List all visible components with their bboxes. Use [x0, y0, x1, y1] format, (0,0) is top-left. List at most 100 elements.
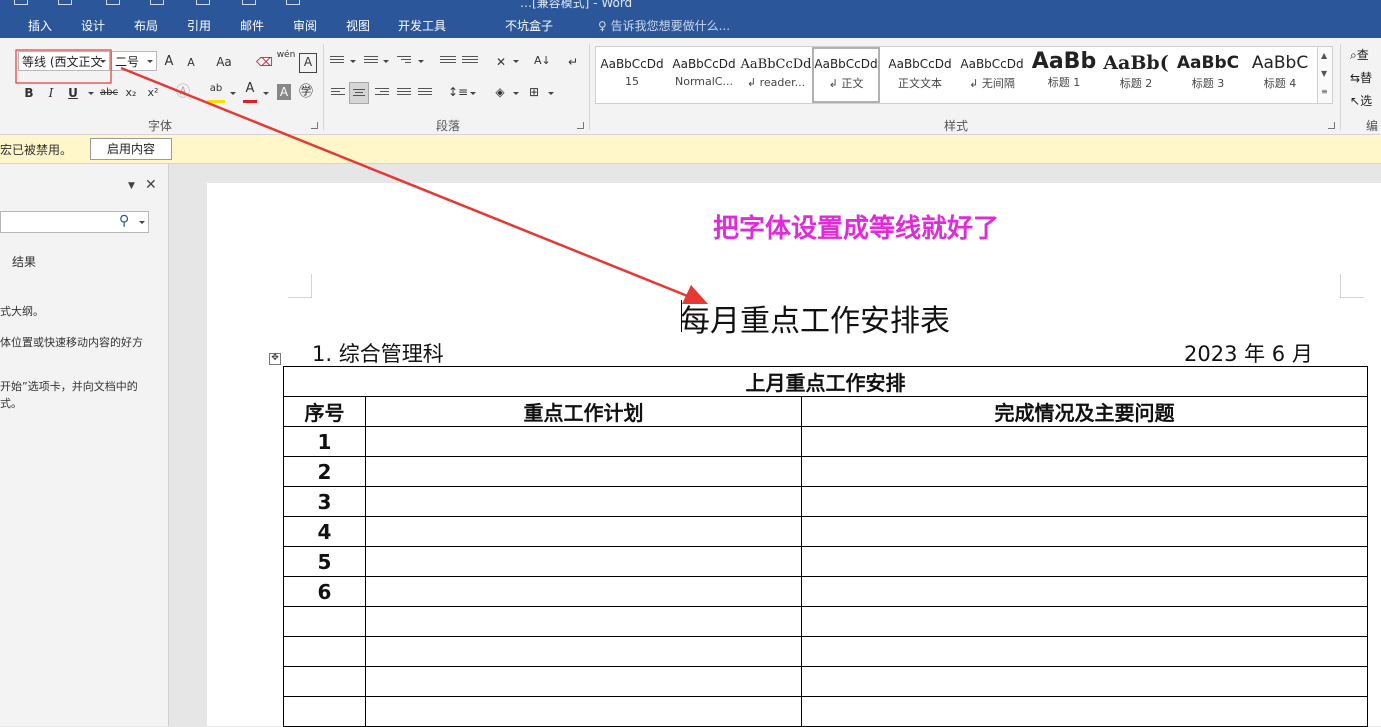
- multilevel-list-icon[interactable]: [397, 54, 411, 72]
- bold-button[interactable]: B: [22, 84, 36, 102]
- font-name-dropdown-icon[interactable]: [100, 60, 106, 63]
- tab-insert[interactable]: 插入: [28, 17, 52, 34]
- font-size-dropdown-icon[interactable]: [147, 60, 153, 63]
- increase-indent-icon[interactable]: [462, 54, 478, 72]
- style-item[interactable]: AaBb(标题 2: [1100, 47, 1172, 103]
- status-cell[interactable]: [801, 456, 1368, 487]
- font-color-icon[interactable]: A: [243, 82, 257, 103]
- underline-button[interactable]: U: [66, 84, 80, 102]
- row-index-cell[interactable]: 3: [283, 486, 366, 517]
- clear-formatting-icon[interactable]: ⌫: [256, 53, 273, 71]
- style-item-selected[interactable]: AaBbCcDd ↲ 正文: [812, 47, 880, 103]
- quick-access-icon[interactable]: [150, 0, 164, 5]
- plan-cell[interactable]: [365, 486, 802, 517]
- replace-button[interactable]: ⇆替: [1350, 69, 1372, 86]
- status-cell[interactable]: [801, 546, 1368, 577]
- scroll-up-icon[interactable]: ▲: [1321, 51, 1327, 60]
- search-dropdown-icon[interactable]: [139, 221, 145, 224]
- row-index-cell[interactable]: [283, 636, 366, 667]
- plan-cell[interactable]: [365, 456, 802, 487]
- header-index[interactable]: 序号: [283, 396, 366, 427]
- change-case-button[interactable]: Aa: [211, 53, 237, 71]
- subscript-button[interactable]: x₂: [124, 84, 138, 102]
- highlight-dropdown-icon[interactable]: [230, 92, 236, 95]
- tab-mailings[interactable]: 邮件: [240, 17, 264, 34]
- enable-content-button[interactable]: 启用内容: [90, 138, 172, 160]
- more-styles-icon[interactable]: ≡: [1321, 87, 1328, 96]
- row-index-cell[interactable]: 6: [283, 576, 366, 607]
- align-right-icon[interactable]: [375, 86, 389, 104]
- tab-references[interactable]: 引用: [187, 17, 211, 34]
- style-item[interactable]: AaBbCcDd ↲ 无间隔: [956, 47, 1028, 103]
- justify-icon[interactable]: [397, 86, 411, 104]
- distributed-icon[interactable]: [418, 86, 432, 104]
- style-item[interactable]: AaBbCcDd 正文文本: [884, 47, 956, 103]
- find-button[interactable]: ⌕查: [1350, 46, 1369, 63]
- style-item[interactable]: AaBbC 标题 4: [1244, 47, 1316, 103]
- status-cell[interactable]: [801, 486, 1368, 517]
- font-color-dropdown-icon[interactable]: [263, 92, 269, 95]
- superscript-button[interactable]: x²: [146, 84, 160, 102]
- quick-access-icon[interactable]: [286, 0, 300, 5]
- italic-button[interactable]: I: [44, 84, 58, 102]
- date-text[interactable]: 2023 年 6 月: [1184, 338, 1313, 368]
- shrink-font-button[interactable]: A: [184, 54, 198, 72]
- tab-developer[interactable]: 开发工具: [398, 17, 446, 34]
- line-spacing-icon[interactable]: ↕≡: [448, 83, 468, 101]
- tell-me-search[interactable]: ♀ 告诉我您想要做什么...: [598, 17, 730, 34]
- tab-layout[interactable]: 布局: [134, 17, 158, 34]
- font-name-combo[interactable]: 等线 (西文正文: [18, 51, 110, 71]
- borders-dropdown-icon[interactable]: [548, 92, 554, 95]
- align-center-icon[interactable]: [349, 82, 369, 104]
- quick-access-icon[interactable]: [242, 0, 256, 5]
- plan-cell[interactable]: [365, 576, 802, 607]
- status-cell[interactable]: [801, 636, 1368, 667]
- document-title[interactable]: 每月重点工作安排表: [680, 296, 950, 340]
- paragraph-dialog-launcher-icon[interactable]: [577, 122, 584, 129]
- tab-bukeng-hezi[interactable]: 不坑盒子: [505, 17, 553, 34]
- tab-review[interactable]: 审阅: [293, 17, 317, 34]
- row-index-cell[interactable]: 2: [283, 456, 366, 487]
- plan-cell[interactable]: [365, 666, 802, 697]
- quick-access-icon[interactable]: [106, 0, 120, 5]
- quick-access-icon[interactable]: [196, 0, 210, 5]
- style-item[interactable]: AaBbCcDd 15: [596, 47, 668, 103]
- plan-cell[interactable]: [365, 426, 802, 457]
- plan-cell[interactable]: [365, 696, 802, 727]
- select-button[interactable]: ↖选: [1350, 92, 1372, 109]
- status-cell[interactable]: [801, 696, 1368, 727]
- status-cell[interactable]: [801, 576, 1368, 607]
- enclose-char-icon[interactable]: ㊫: [298, 83, 314, 101]
- row-index-cell[interactable]: [283, 696, 366, 727]
- decrease-indent-icon[interactable]: [440, 54, 456, 72]
- scroll-down-icon[interactable]: ▼: [1321, 69, 1327, 78]
- plan-cell[interactable]: [365, 606, 802, 637]
- sort-icon[interactable]: A↓: [534, 52, 551, 70]
- styles-dialog-launcher-icon[interactable]: [1328, 122, 1335, 129]
- multilevel-dropdown-icon[interactable]: [418, 60, 424, 63]
- plan-cell[interactable]: [365, 636, 802, 667]
- pinyin-guide-button[interactable]: wén: [276, 50, 296, 68]
- style-item[interactable]: AaBbCcDd ↲ reader...: [740, 47, 812, 103]
- chinese-layout-dropdown-icon[interactable]: [513, 60, 519, 63]
- bullets-dropdown-icon[interactable]: [350, 60, 356, 63]
- header-plan[interactable]: 重点工作计划: [365, 396, 802, 427]
- close-icon[interactable]: ✕: [145, 177, 157, 193]
- numbering-icon[interactable]: [364, 54, 378, 72]
- styles-gallery-scroll[interactable]: ▲ ▼ ≡: [1317, 46, 1333, 104]
- results-tab[interactable]: 结果: [12, 253, 36, 270]
- row-index-cell[interactable]: [283, 666, 366, 697]
- table-caption[interactable]: 上月重点工作安排: [283, 366, 1368, 397]
- row-index-cell[interactable]: [283, 606, 366, 637]
- header-status[interactable]: 完成情况及主要问题: [801, 396, 1368, 427]
- row-index-cell[interactable]: 5: [283, 546, 366, 577]
- status-cell[interactable]: [801, 666, 1368, 697]
- char-shading-icon[interactable]: A: [277, 84, 291, 100]
- plan-cell[interactable]: [365, 516, 802, 547]
- shading-dropdown-icon[interactable]: [513, 92, 519, 95]
- style-item[interactable]: AaBb 标题 1: [1028, 47, 1100, 103]
- section-heading[interactable]: 1. 综合管理科: [312, 338, 444, 368]
- font-dialog-launcher-icon[interactable]: [311, 122, 318, 129]
- row-index-cell[interactable]: 4: [283, 516, 366, 547]
- status-cell[interactable]: [801, 516, 1368, 547]
